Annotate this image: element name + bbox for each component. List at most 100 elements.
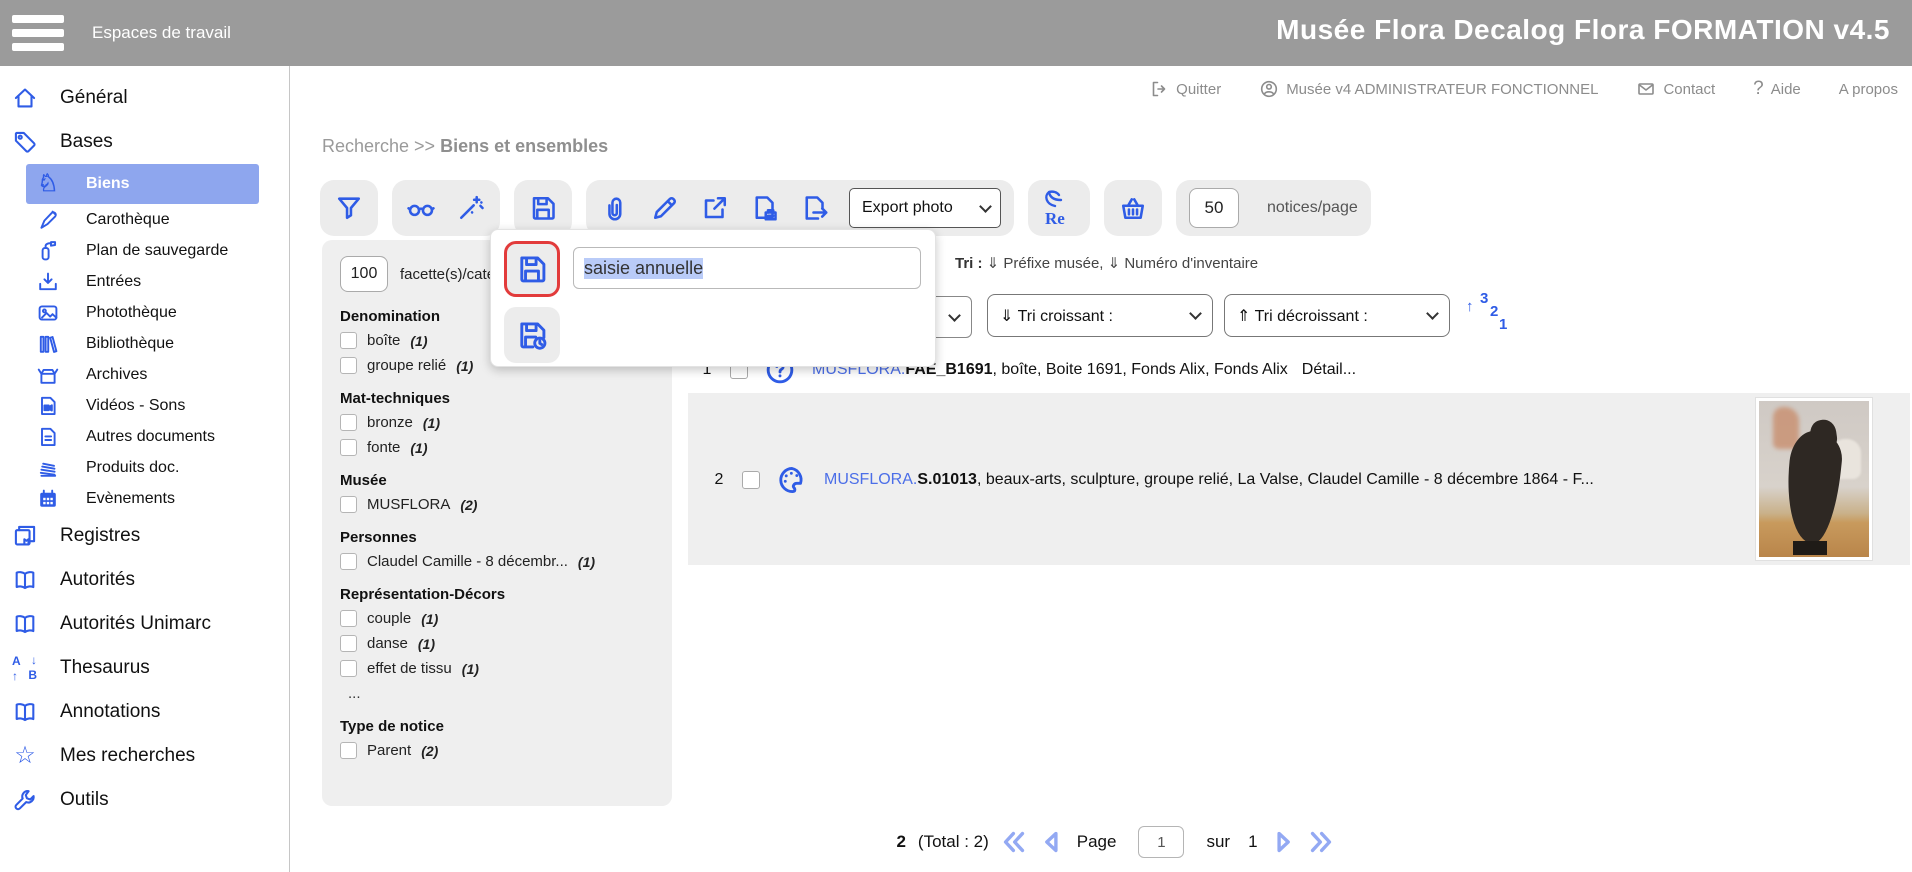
- notices-per-page-input[interactable]: [1189, 188, 1239, 228]
- export-photo-select[interactable]: Export photo: [849, 188, 1001, 228]
- sidebar-item-autorites-unimarc[interactable]: Autorités Unimarc: [0, 602, 289, 646]
- breadcrumb: Recherche >> Biens et ensembles: [322, 136, 608, 157]
- facet-checkbox[interactable]: [340, 332, 357, 349]
- result-total: (Total : 2): [918, 832, 989, 852]
- document-export-icon[interactable]: [799, 192, 831, 224]
- external-link-icon[interactable]: [699, 192, 731, 224]
- document-print-icon[interactable]: [749, 192, 781, 224]
- chevron-down-icon: [1189, 307, 1202, 320]
- basket-icon[interactable]: [1117, 192, 1149, 224]
- open-book-icon: [12, 567, 38, 593]
- sidebar-item-bibliotheque[interactable]: Bibliothèque: [0, 328, 289, 359]
- filter-icon[interactable]: [333, 192, 365, 224]
- sidebar-item-registres[interactable]: Registres: [0, 514, 289, 558]
- facet-checkbox[interactable]: [340, 742, 357, 759]
- facet-group-type-de-notice: Type de notice Parent(2): [340, 718, 654, 759]
- sort-ascending-select[interactable]: ⇓ Tri croissant :: [987, 294, 1213, 337]
- sidebar-item-produits-doc[interactable]: Produits doc.: [0, 452, 289, 483]
- pencil-icon[interactable]: [649, 192, 681, 224]
- sidebar-item-biens[interactable]: ♘ Biens: [26, 164, 259, 204]
- wrench-icon: [12, 787, 38, 813]
- sidebar-item-thesaurus[interactable]: A↓↑B Thesaurus: [0, 646, 289, 690]
- contact-link[interactable]: Contact: [1636, 79, 1715, 99]
- sculpture-photo: [1759, 401, 1869, 557]
- facet-checkbox[interactable]: [340, 439, 357, 456]
- save-search-button-highlighted[interactable]: [504, 241, 560, 297]
- last-page-icon[interactable]: [1308, 829, 1334, 855]
- facet-more-link[interactable]: ...: [348, 685, 654, 702]
- previous-page-icon[interactable]: [1039, 829, 1065, 855]
- result-checkbox[interactable]: [742, 471, 760, 489]
- sidebar-item-carotheque[interactable]: Carothèque: [0, 204, 289, 235]
- sidebar-item-evenements[interactable]: Evènements: [0, 483, 289, 514]
- toolbar-group-basket: [1104, 180, 1162, 236]
- facet-checkbox[interactable]: [340, 660, 357, 677]
- next-page-icon[interactable]: [1270, 829, 1296, 855]
- facet-checkbox[interactable]: [340, 357, 357, 374]
- result-row: 2 MUSFLORA.S.01013, beaux-arts, sculptur…: [712, 462, 1594, 498]
- save-icon[interactable]: [527, 192, 559, 224]
- chess-knight-icon: ♘: [36, 172, 60, 196]
- facet-group-musee: Musée MUSFLORA(2): [340, 472, 654, 513]
- sidebar-item-annotations[interactable]: Annotations: [0, 690, 289, 734]
- sidebar-item-mes-recherches[interactable]: ☆ Mes recherches: [0, 734, 289, 778]
- save-icon: [515, 252, 549, 286]
- archive-box-icon: [36, 363, 60, 387]
- re-logo-icon[interactable]: Re: [1041, 190, 1077, 226]
- workspace-label: Espaces de travail: [92, 23, 231, 43]
- breadcrumb-current: Biens et ensembles: [440, 136, 608, 156]
- search-name-input[interactable]: saisie annuelle: [573, 247, 921, 289]
- result-thumbnail[interactable]: [1755, 397, 1873, 561]
- logout-icon: [1149, 79, 1169, 99]
- chevron-down-icon: [1426, 307, 1439, 320]
- result-link[interactable]: MUSFLORA.: [824, 471, 917, 488]
- facet-checkbox[interactable]: [340, 610, 357, 627]
- chevron-down-icon: [979, 200, 992, 213]
- facet-group-personnes: Personnes Claudel Camille - 8 décembr...…: [340, 529, 654, 570]
- toolbar-group-filter: [320, 180, 378, 236]
- magic-wand-icon[interactable]: [455, 192, 487, 224]
- selected-text: saisie annuelle: [584, 258, 703, 279]
- first-page-icon[interactable]: [1001, 829, 1027, 855]
- thesaurus-ab-icon: A↓↑B: [12, 655, 38, 681]
- photo-icon: [36, 301, 60, 325]
- facet-count-input[interactable]: [340, 256, 388, 292]
- sort-descending-select[interactable]: ⇑ Tri décroissant :: [1224, 294, 1450, 337]
- facet-checkbox[interactable]: [340, 496, 357, 513]
- result-detail-link[interactable]: Détail...: [1302, 361, 1356, 378]
- quitter-link[interactable]: Quitter: [1149, 79, 1221, 99]
- user-account[interactable]: Musée v4 ADMINISTRATEUR FONCTIONNEL: [1259, 79, 1598, 99]
- page-number-input[interactable]: [1138, 826, 1184, 858]
- paperclip-icon[interactable]: [599, 192, 631, 224]
- facet-group-mat-techniques: Mat-techniques bronze(1) fonte(1): [340, 390, 654, 456]
- facet-checkbox[interactable]: [340, 635, 357, 652]
- top-bar: Espaces de travail Musée Flora Decalog F…: [0, 0, 1912, 66]
- aide-link[interactable]: ? Aide: [1753, 78, 1801, 100]
- sidebar-item-autres-documents[interactable]: Autres documents: [0, 421, 289, 452]
- sidebar-item-autorites[interactable]: Autorités: [0, 558, 289, 602]
- save-scheduled-button[interactable]: [504, 307, 560, 363]
- numeric-sort-icon[interactable]: 321↑: [1466, 292, 1512, 338]
- toolbar-group-perpage: notices/page: [1176, 180, 1371, 236]
- toolbar: Export photo Re notices/page: [320, 180, 1371, 236]
- sidebar-item-entrees[interactable]: Entrées: [0, 266, 289, 297]
- page-sur-label: sur: [1206, 832, 1230, 852]
- apropos-link[interactable]: A propos: [1839, 81, 1898, 98]
- sidebar-item-plan-de-sauvegarde[interactable]: Plan de sauvegarde: [0, 235, 289, 266]
- toolbar-group-view: [392, 180, 500, 236]
- sidebar-item-bases[interactable]: Bases: [0, 120, 289, 164]
- core-sample-icon: [36, 208, 60, 232]
- facet-checkbox[interactable]: [340, 414, 357, 431]
- envelope-icon: [1636, 79, 1656, 99]
- sidebar-item-archives[interactable]: Archives: [0, 359, 289, 390]
- glasses-icon[interactable]: [405, 192, 437, 224]
- hamburger-menu-icon[interactable]: [12, 15, 64, 51]
- save-clock-icon: [515, 318, 549, 352]
- sidebar-item-phototheque[interactable]: Photothèque: [0, 297, 289, 328]
- sidebar-item-general[interactable]: Général: [0, 76, 289, 120]
- facet-checkbox[interactable]: [340, 553, 357, 570]
- palette-icon[interactable]: [776, 464, 808, 496]
- sidebar-item-outils[interactable]: Outils: [0, 778, 289, 822]
- facet-option: Parent(2): [340, 742, 654, 759]
- sidebar-item-videos-sons[interactable]: Vidéos - Sons: [0, 390, 289, 421]
